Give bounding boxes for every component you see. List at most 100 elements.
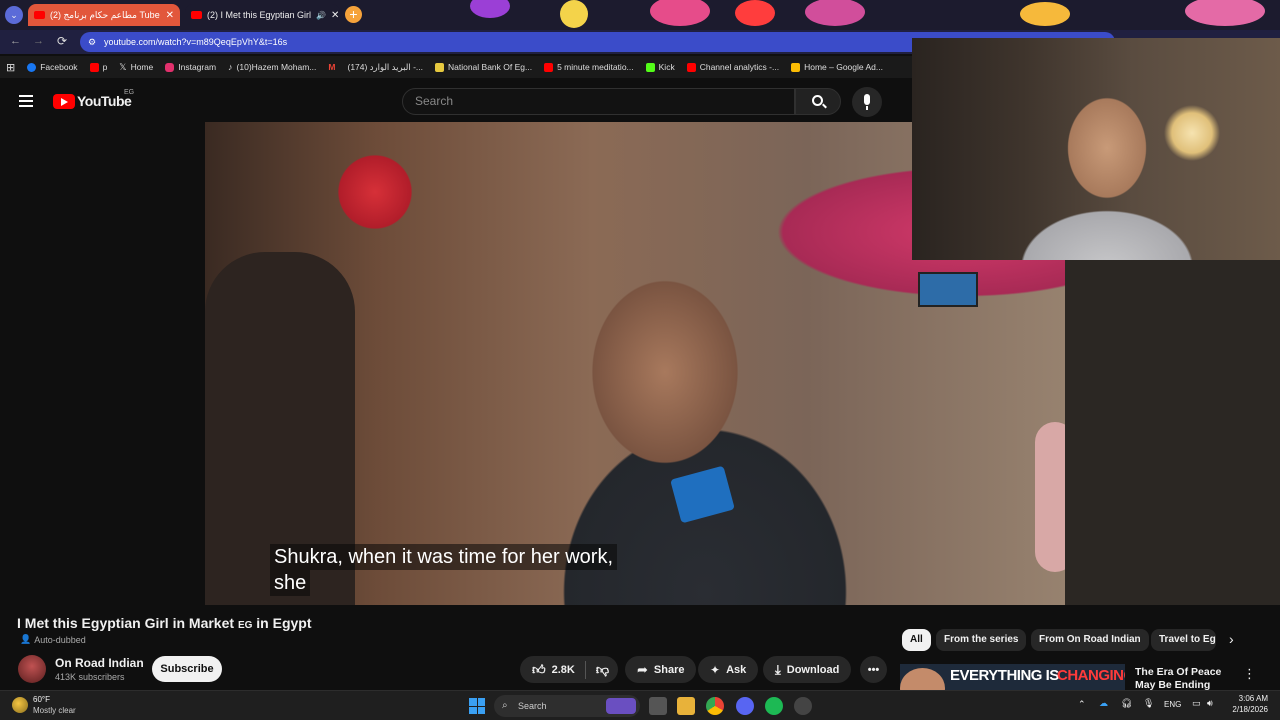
subscriber-count: 413K subscribers [55, 672, 125, 682]
speaker-icon[interactable]: 🔊 [316, 11, 326, 20]
spotify-icon[interactable] [765, 697, 783, 715]
weather-desc: Mostly clear [33, 706, 76, 715]
site-info-icon[interactable]: ⚙ [88, 32, 96, 52]
decor-shape [650, 0, 710, 26]
thumbnail-face [900, 668, 945, 690]
more-actions-button[interactable]: ••• [860, 656, 887, 683]
obs-icon[interactable] [794, 697, 812, 715]
decor-shape [470, 0, 510, 18]
clock-time[interactable]: 3:06 AM [1228, 694, 1268, 703]
instagram-icon [165, 62, 175, 72]
voice-search-button[interactable] [852, 87, 882, 117]
video-title: I Met this Egyptian Girl in Market EG in… [17, 615, 312, 631]
dislike-button[interactable]: 👎︎ [596, 662, 609, 678]
search-button[interactable] [795, 88, 841, 115]
decor-shape [560, 0, 588, 28]
like-button[interactable]: 👍︎ 2.8K [532, 662, 575, 678]
bank-icon [434, 62, 444, 72]
browser-tab-strip: ⌄ (2) مطاعم حكام برنامج Tube ✕ (2) I Met… [0, 0, 1280, 30]
tab-current-video[interactable]: (2) I Met this Egyptian Girl 🔊 ✕ [185, 4, 340, 26]
channel-name[interactable]: On Road Indian [55, 656, 144, 670]
thumbnail-text-highlight: CHANGING [1057, 667, 1125, 684]
bookmark-google-ads[interactable]: Home – Google Ad... [785, 62, 889, 72]
youtube-header: YouTube EG Search [0, 80, 912, 122]
video-pink-coat [1035, 422, 1065, 572]
weather-icon[interactable] [12, 697, 28, 713]
tab-label: (2) مطاعم حكام برنامج Tube [50, 9, 160, 20]
language-indicator[interactable]: ENG [1164, 700, 1181, 709]
mic-icon [864, 94, 870, 105]
decor-shape [735, 0, 775, 26]
bookmark-channel-analytics[interactable]: Channel analytics -... [681, 62, 785, 72]
monitor-icon[interactable]: ▭ [1192, 698, 1201, 709]
bookmark-inbox[interactable]: (174) البريد الوارد -... [341, 62, 429, 73]
mic-tray-icon[interactable]: 🎙︎ [1143, 698, 1154, 709]
caption-line-1: Shukra, when it was time for her work, [270, 544, 618, 570]
auto-dubbed-label: 👤 Auto-dubbed [20, 634, 86, 645]
gmail-icon: M [328, 62, 336, 72]
headset-icon[interactable]: 🎧︎ [1121, 698, 1132, 709]
bookmark-facebook[interactable]: Facebook [21, 62, 83, 72]
bookmark-p[interactable]: p [84, 62, 114, 72]
chevron-up-icon[interactable]: ⌃ [1078, 699, 1086, 710]
apps-grid-icon[interactable]: ⊞ [0, 61, 21, 74]
windows-start-icon[interactable] [469, 698, 485, 714]
close-icon[interactable]: ✕ [331, 10, 339, 21]
file-explorer-icon[interactable] [677, 697, 695, 715]
back-icon[interactable]: ← [10, 35, 21, 47]
webcam-overlay [912, 38, 1280, 260]
reload-icon[interactable]: ⟳ [57, 34, 67, 48]
bookmark-instagram[interactable]: Instagram [159, 62, 222, 72]
bookmark-kick[interactable]: Kick [640, 62, 681, 72]
download-button[interactable]: ⤓ Download [763, 656, 852, 683]
recommendation-thumbnail[interactable]: EVERYTHING IS CHANGING [900, 664, 1125, 690]
forward-icon[interactable]: → [33, 35, 44, 47]
volume-icon[interactable]: 🔊︎ [1207, 698, 1213, 709]
tiktok-icon: ♪ [228, 62, 233, 72]
ask-button[interactable]: ✦ Ask [698, 656, 759, 683]
bookmark-tiktok[interactable]: ♪ (10)Hazem Moham... [222, 62, 322, 72]
region-code: EG [124, 89, 135, 96]
taskbar-search-input[interactable]: ⌕ Search [494, 695, 640, 717]
youtube-logo-icon[interactable] [53, 94, 75, 109]
chip-travel[interactable]: Travel to Eg [1151, 629, 1216, 651]
discord-icon[interactable] [736, 697, 754, 715]
close-icon[interactable]: ✕ [166, 10, 174, 21]
youtube-icon [89, 62, 99, 72]
subscribe-button[interactable]: Subscribe [152, 656, 222, 682]
channel-avatar[interactable] [18, 655, 46, 683]
tab-arabic-video[interactable]: (2) مطاعم حكام برنامج Tube ✕ [28, 4, 180, 26]
more-horizontal-icon: ••• [867, 663, 880, 676]
chip-all[interactable]: All [902, 629, 931, 651]
kick-icon [645, 62, 655, 72]
bookmark-gmail[interactable]: M [322, 62, 341, 72]
caption-line-2: she [270, 570, 311, 596]
google-ads-icon [791, 62, 801, 72]
bookmark-nbe[interactable]: National Bank Of Eg... [429, 62, 538, 72]
menu-icon[interactable] [19, 95, 33, 107]
youtube-favicon-icon [191, 11, 202, 19]
new-tab-button[interactable]: + [345, 6, 362, 23]
search-highlight-icon [606, 698, 636, 714]
chrome-icon[interactable] [706, 697, 724, 715]
clock-date[interactable]: 2/18/2026 [1220, 705, 1268, 714]
like-count: 2.8K [551, 663, 575, 676]
decor-shape [1020, 2, 1070, 26]
chip-from-series[interactable]: From the series [936, 629, 1027, 651]
bookmark-home-x[interactable]: 𝕏 Home [113, 62, 159, 73]
like-dislike-group: 👍︎ 2.8K 👎︎ [520, 656, 618, 683]
tab-search-button[interactable]: ⌄ [5, 6, 23, 24]
search-input[interactable]: Search [402, 88, 795, 115]
thumbs-up-icon: 👍︎ [532, 661, 546, 677]
chip-from-channel[interactable]: From On Road Indian [1031, 629, 1149, 651]
recommendation-title[interactable]: The Era Of Peace May Be Ending [1135, 666, 1235, 692]
egypt-flag-icon: EG [237, 620, 253, 631]
task-view-icon[interactable] [649, 697, 667, 715]
bookmarks-bar: ⊞ Facebook p 𝕏 Home Instagram ♪ (10)Hazem … [0, 56, 912, 78]
more-vertical-icon[interactable]: ⋮ [1243, 666, 1256, 682]
bookmark-meditation[interactable]: 5 minute meditatio... [538, 62, 640, 72]
thumbs-down-icon: 👎︎ [595, 661, 610, 677]
share-button[interactable]: ➦ Share [625, 656, 697, 683]
chevron-right-icon[interactable]: › [1229, 631, 1234, 647]
cloud-icon[interactable]: ☁ [1099, 698, 1108, 709]
